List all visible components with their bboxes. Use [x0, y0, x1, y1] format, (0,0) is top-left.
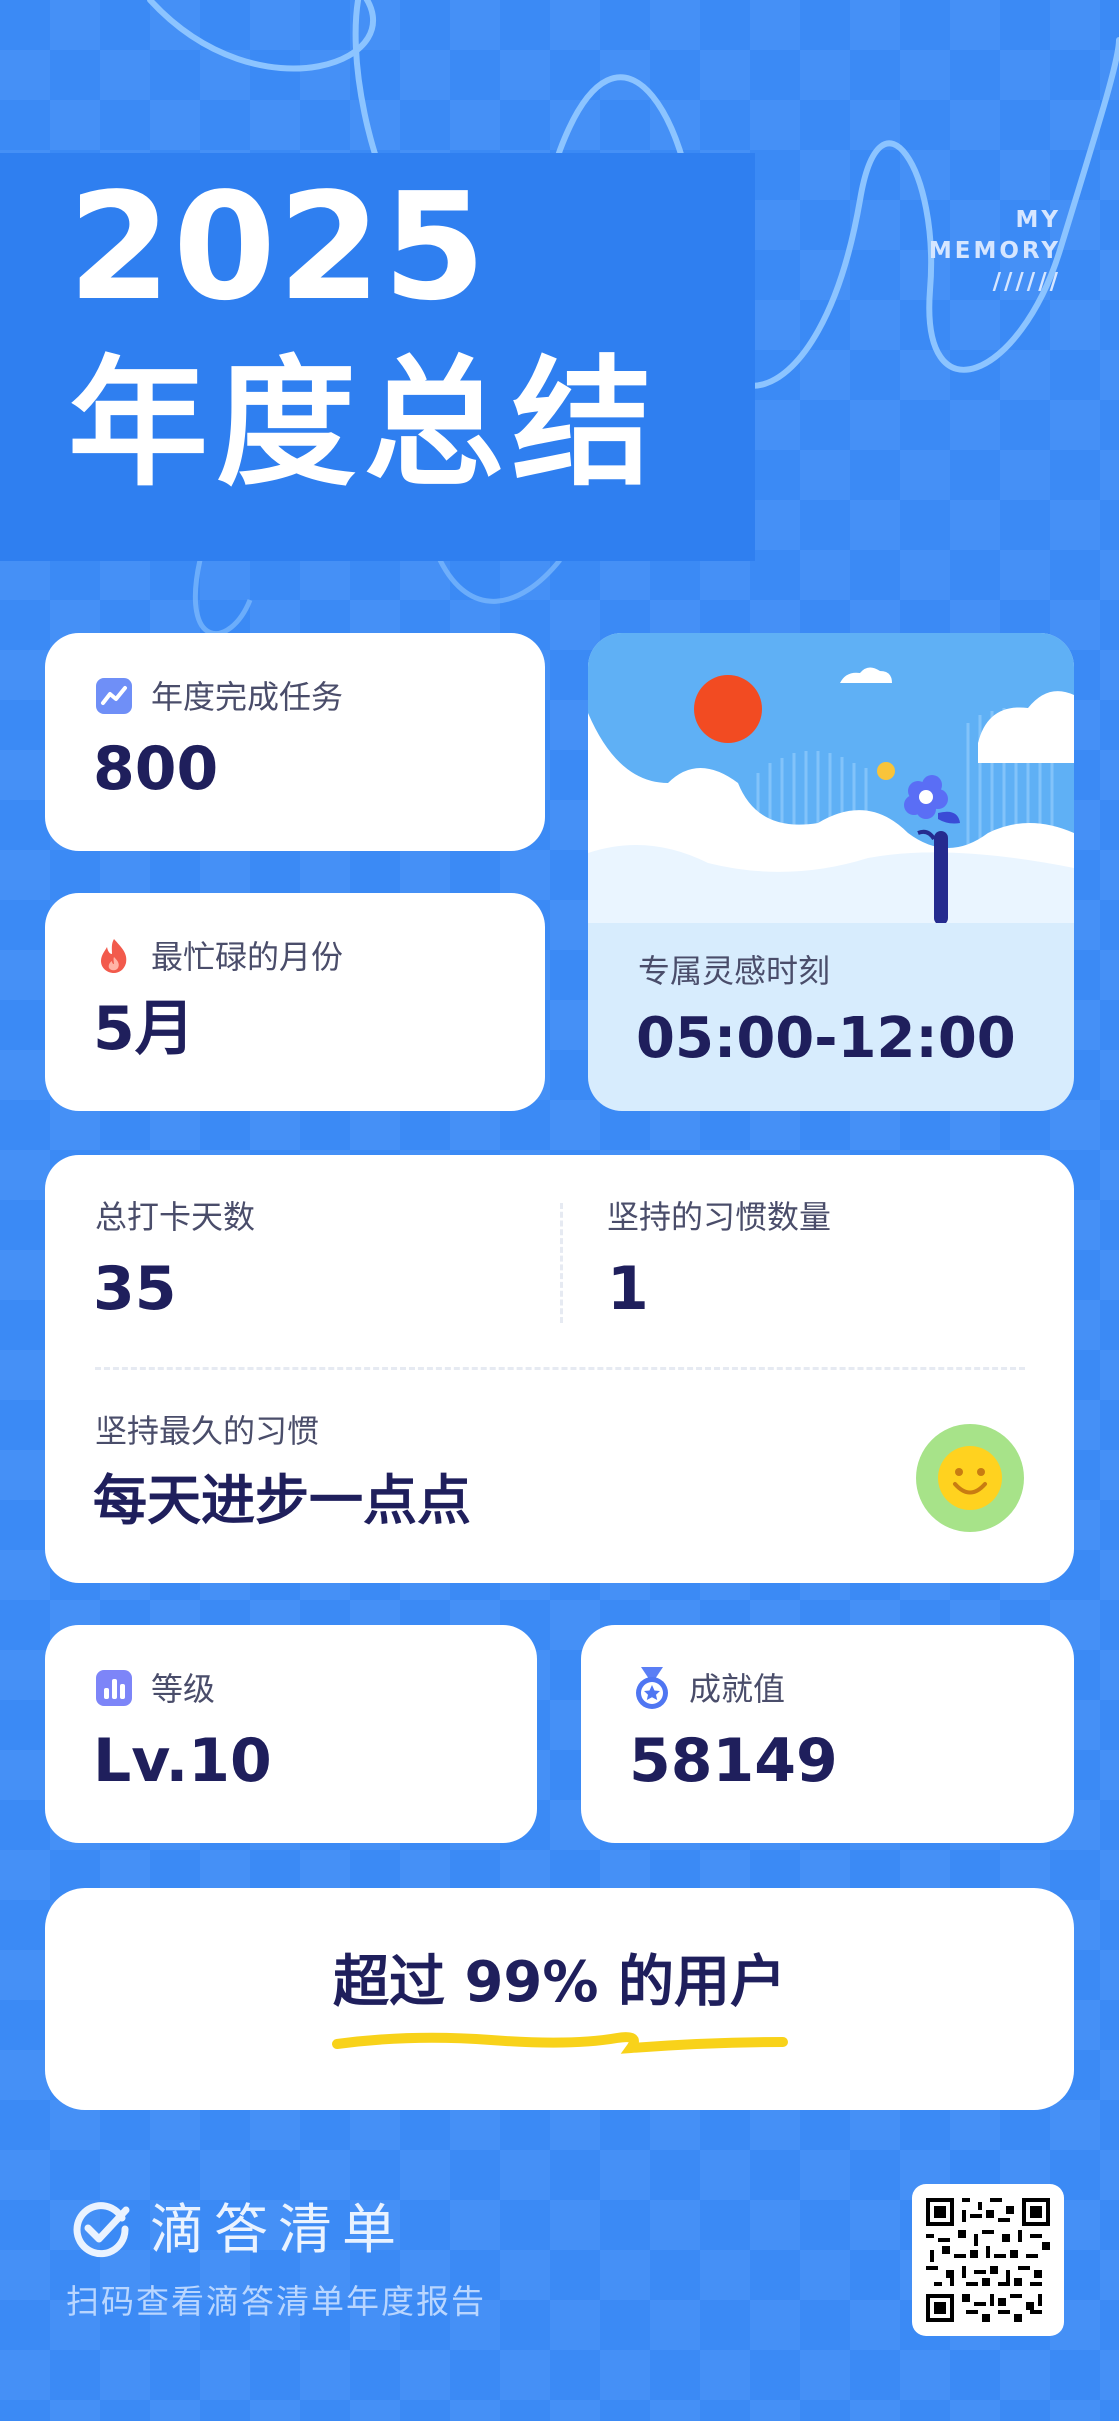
- ranking-prefix: 超过: [332, 1950, 445, 2015]
- tasks-completed-card: 年度完成任务 800: [45, 633, 545, 851]
- level-value: Lv.10: [93, 1726, 272, 1796]
- my-memory-line2: MEMORY: [928, 238, 1061, 264]
- row-divider: [95, 1367, 1025, 1370]
- qr-code-container[interactable]: [912, 2184, 1064, 2336]
- tasks-completed-label: 年度完成任务: [151, 678, 344, 716]
- my-memory-line3: //////: [992, 269, 1061, 295]
- bar-chart-icon: [96, 1670, 132, 1706]
- habits-count-value: 1: [607, 1254, 649, 1324]
- smiley-icon: [916, 1424, 1024, 1532]
- busiest-month-value: 5月: [93, 994, 195, 1064]
- ranking-card: 超过 99% 的用户: [45, 1888, 1074, 2110]
- habits-count-label: 坚持的习惯数量: [607, 1198, 832, 1236]
- flower-stem: [934, 831, 948, 923]
- highlight-underline: [332, 2032, 788, 2054]
- flame-icon: [101, 939, 127, 973]
- my-memory-tag: MY MEMORY //////: [929, 205, 1061, 298]
- busiest-month-card: 最忙碌的月份 5月: [45, 893, 545, 1111]
- inspiration-time-value: 05:00-12:00: [636, 1006, 1016, 1071]
- qr-code-icon[interactable]: [926, 2198, 1050, 2322]
- level-card: 等级 Lv.10: [45, 1625, 537, 1843]
- achievement-card: 成就值 58149: [581, 1625, 1074, 1843]
- longest-habit-label: 坚持最久的习惯: [95, 1412, 320, 1450]
- ranking-suffix: 的用户: [618, 1950, 787, 2015]
- trend-chart-icon: [96, 678, 132, 714]
- achievement-value: 58149: [629, 1726, 838, 1796]
- longest-habit-value: 每天进步一点点: [93, 1469, 471, 1532]
- brand-name: 滴答清单: [150, 2198, 406, 2261]
- my-memory-line1: MY: [1015, 207, 1061, 233]
- checkin-days-value: 35: [93, 1254, 177, 1324]
- report-year: 2025: [68, 161, 488, 333]
- checkmark-icon: [73, 2202, 130, 2258]
- inspiration-time-label: 专属灵感时刻: [638, 952, 831, 990]
- column-divider: [560, 1203, 563, 1323]
- sky-scene-illustration: [588, 633, 1074, 923]
- tasks-completed-value: 800: [93, 734, 219, 804]
- ranking-text: 超过 99% 的用户: [45, 1948, 1074, 2018]
- inspiration-time-card: 专属灵感时刻 05:00-12:00: [588, 633, 1074, 1111]
- achievement-label: 成就值: [689, 1670, 786, 1708]
- busiest-month-label: 最忙碌的月份: [151, 938, 344, 976]
- report-title: 年度总结: [68, 343, 661, 506]
- level-label: 等级: [151, 1670, 216, 1708]
- sun-icon: [694, 675, 762, 743]
- scan-instructions: 扫码查看滴答清单年度报告: [66, 2282, 486, 2321]
- checkin-days-label: 总打卡天数: [95, 1198, 256, 1236]
- ranking-percent: 99%: [464, 1950, 599, 2015]
- habit-stats-card: 总打卡天数 35 坚持的习惯数量 1 坚持最久的习惯 每天进步一点点: [45, 1155, 1074, 1583]
- medal-icon: [636, 1667, 668, 1709]
